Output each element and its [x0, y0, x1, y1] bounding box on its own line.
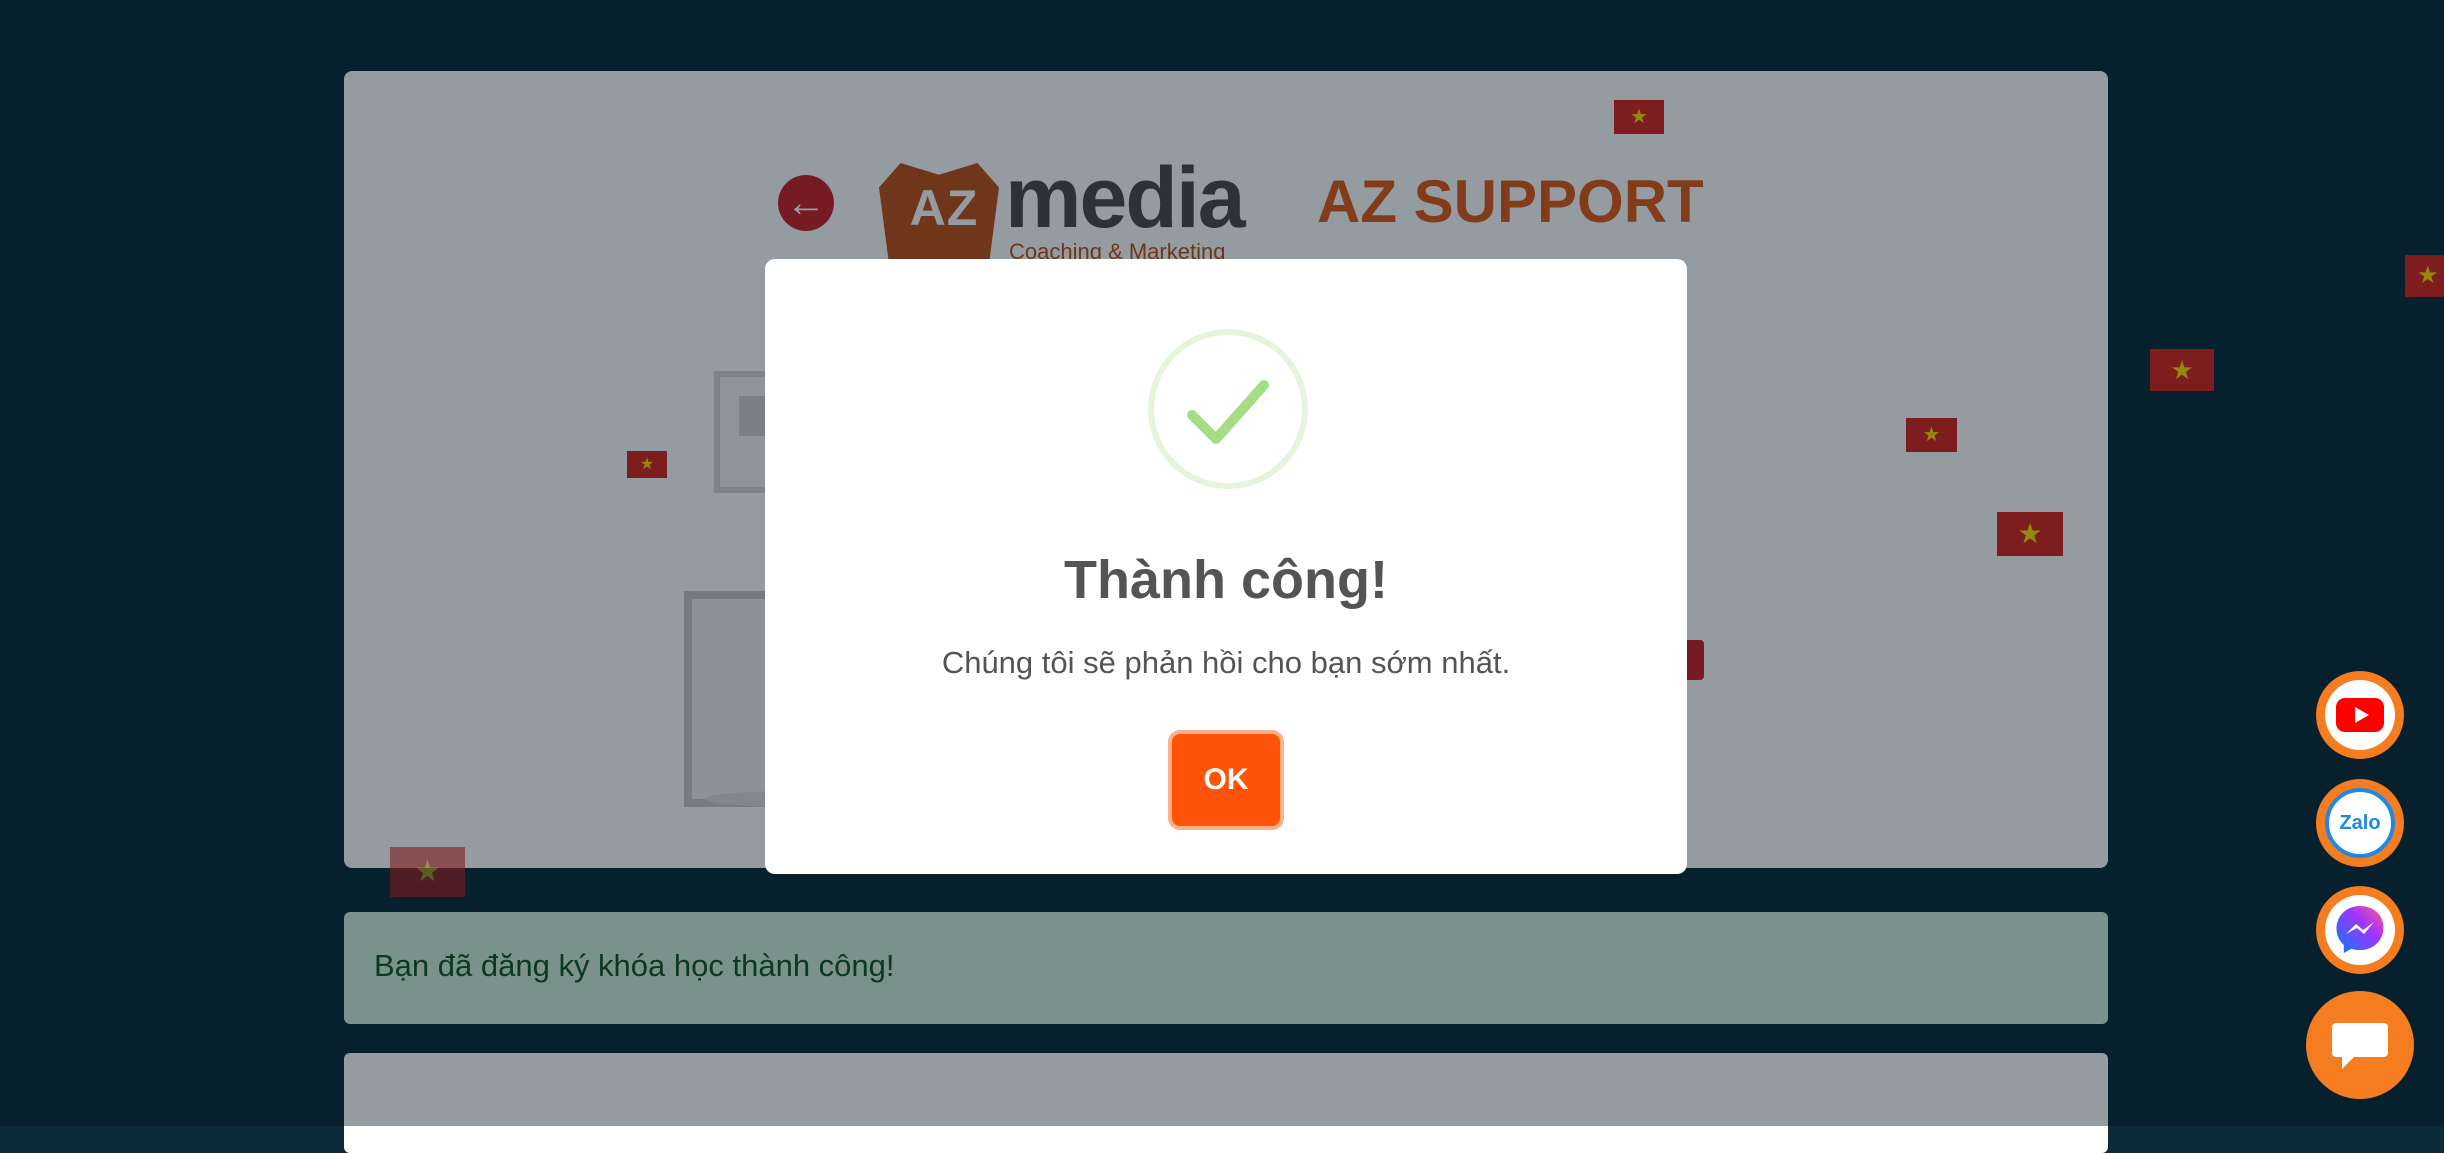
success-dialog: Thành công! Chúng tôi sẽ phản hồi cho bạ…: [765, 259, 1687, 874]
ok-button[interactable]: OK: [1172, 734, 1280, 826]
success-icon-ring: [1148, 329, 1308, 489]
dialog-message: Chúng tôi sẽ phản hồi cho bạn sớm nhất.: [941, 645, 1511, 680]
youtube-icon-bg: [2325, 680, 2395, 750]
zalo-label: Zalo: [2339, 811, 2381, 834]
youtube-icon: [2336, 698, 2384, 732]
zalo-icon: Zalo: [2325, 788, 2395, 858]
dialog-title: Thành công!: [1064, 550, 1388, 610]
checkmark-icon: [1187, 380, 1269, 444]
messenger-icon: [2336, 906, 2384, 953]
chat-bubble-icon: [2332, 1023, 2388, 1069]
youtube-button[interactable]: [2316, 671, 2404, 759]
chat-button[interactable]: [2306, 991, 2414, 1099]
zalo-button[interactable]: Zalo: [2316, 779, 2404, 867]
messenger-icon-bg: [2325, 895, 2395, 965]
messenger-button[interactable]: [2316, 886, 2404, 974]
page-background: ← AZ media Coaching & Marketing AZ SUPPO…: [0, 0, 2444, 1153]
